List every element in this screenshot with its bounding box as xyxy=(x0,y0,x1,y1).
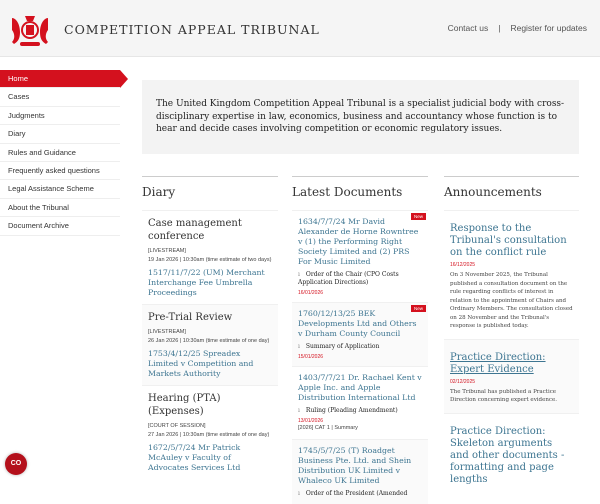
diary-title: Pre-Trial Review xyxy=(148,312,233,323)
new-badge: New xyxy=(410,305,426,312)
announcement-title-link[interactable]: Practice Direction: Skeleton arguments a… xyxy=(450,426,573,486)
announcement-text: On 3 November 2025, the Tribunal publish… xyxy=(450,272,573,329)
diary-tag: [LIVESTREAM] xyxy=(148,248,186,254)
announcement-date: 16/12/2025 xyxy=(450,262,476,268)
document-type[interactable]: ı Order of the Chair (CPO Costs Applicati… xyxy=(298,271,422,287)
document-date: 15/01/2026 xyxy=(298,354,324,360)
announcement-item: Response to the Tribunal's consultation … xyxy=(444,210,579,339)
announcement-title-link[interactable]: Practice Direction: Expert Evidence xyxy=(450,352,573,376)
diary-time: 27 Jan 2026 | 10:30am (time estimate of … xyxy=(148,432,270,438)
diary-time: 19 Jan 2026 | 10:30am (time estimate of … xyxy=(148,257,272,263)
new-badge: New xyxy=(410,213,426,220)
sidebar-item-legal-assistance[interactable]: Legal Assistance Scheme xyxy=(0,180,120,199)
sidebar-item-rules[interactable]: Rules and Guidance xyxy=(0,144,120,162)
site-header: COMPETITION APPEAL TRIBUNAL Contact us | R… xyxy=(0,0,600,57)
sidebar-item-judgments[interactable]: Judgments xyxy=(0,107,120,126)
sidebar-nav: Home Cases Judgments Diary Rules and Gui… xyxy=(0,70,128,236)
diary-case-link[interactable]: 1517/11/7/22 (UM) Merchant Interchange F… xyxy=(148,268,272,298)
document-item: New 1760/12/13/25 BEK Developments Ltd a… xyxy=(292,302,428,366)
document-icon: ı xyxy=(298,490,300,497)
document-icon: ı xyxy=(298,407,300,414)
announcement-item: Practice Direction: Skeleton arguments a… xyxy=(444,412,579,494)
document-type[interactable]: ı Summary of Application xyxy=(298,343,422,351)
document-type[interactable]: ı Ruling (Pleading Amendment) xyxy=(298,407,422,415)
document-case-link[interactable]: 1634/7/7/24 Mr David Alexander de Horne … xyxy=(298,217,422,267)
intro-text: The United Kingdom Competition Appeal Tr… xyxy=(142,80,579,154)
announcement-item: Practice Direction: Expert Evidence 02/1… xyxy=(444,338,579,413)
announcement-title-link[interactable]: Response to the Tribunal's consultation … xyxy=(450,223,573,259)
announcements-column: Announcements Response to the Tribunal's… xyxy=(444,176,579,494)
document-item: 1403/7/7/21 Dr. Rachael Kent v Apple Inc… xyxy=(292,366,428,439)
diary-item: Pre-Trial Review [LIVESTREAM] 26 Jan 202… xyxy=(142,304,278,385)
announcement-text: The Tribunal has published a Practice Di… xyxy=(450,388,557,404)
diary-case-link[interactable]: 1672/5/7/24 Mr Patrick McAuley v Faculty… xyxy=(148,443,272,473)
sidebar-item-cases[interactable]: Cases xyxy=(0,88,120,107)
document-icon: ı xyxy=(298,343,300,350)
diary-time: 26 Jan 2026 | 10:30am (time estimate of … xyxy=(148,338,270,344)
diary-title: Case management conference xyxy=(148,218,242,242)
diary-case-link[interactable]: 1753/4/12/25 Spreadex Limited v Competit… xyxy=(148,349,272,379)
diary-tag: [COURT OF SESSION] xyxy=(148,423,206,429)
sidebar-item-diary[interactable]: Diary xyxy=(0,125,120,144)
document-item: New 1634/7/7/24 Mr David Alexander de Ho… xyxy=(292,210,428,302)
sidebar-item-about[interactable]: About the Tribunal xyxy=(0,199,120,218)
document-icon: ı xyxy=(298,271,300,278)
diary-column: Diary Case management conference [LIVEST… xyxy=(142,176,278,479)
royal-coat-of-arms-logo[interactable] xyxy=(8,10,52,48)
document-citation[interactable]: [2026] CAT 1 | Summary xyxy=(298,424,422,433)
document-case-link[interactable]: 1403/7/7/21 Dr. Rachael Kent v Apple Inc… xyxy=(298,373,422,403)
announcements-heading[interactable]: Announcements xyxy=(444,176,579,210)
diary-title: Hearing (PTA)(Expenses) xyxy=(148,393,221,417)
documents-column: Latest Documents New 1634/7/7/24 Mr Davi… xyxy=(292,176,428,504)
separator: | xyxy=(498,23,501,33)
top-links: Contact us | Register for updates xyxy=(443,23,592,33)
diary-item: Hearing (PTA)(Expenses) [COURT OF SESSIO… xyxy=(142,385,278,479)
contact-us-link[interactable]: Contact us xyxy=(448,23,489,33)
sidebar-item-home[interactable]: Home xyxy=(0,70,128,89)
cookie-consent-button[interactable]: CO xyxy=(5,453,27,475)
diary-heading[interactable]: Diary xyxy=(142,176,278,210)
documents-heading[interactable]: Latest Documents xyxy=(292,176,428,210)
document-case-link[interactable]: 1760/12/13/25 BEK Developments Ltd and O… xyxy=(298,309,422,339)
site-title[interactable]: COMPETITION APPEAL TRIBUNAL xyxy=(64,22,320,37)
announcement-date: 02/12/2025 xyxy=(450,378,476,385)
document-date: 16/01/2026 xyxy=(298,290,324,296)
diary-item: Case management conference [LIVESTREAM] … xyxy=(142,210,278,304)
document-item: 1745/5/7/25 (T) Roadget Business Pte. Lt… xyxy=(292,439,428,504)
sidebar-item-archive[interactable]: Document Archive xyxy=(0,217,120,236)
document-type[interactable]: ı Order of the President (Amended xyxy=(298,490,422,498)
diary-tag: [LIVESTREAM] xyxy=(148,329,186,335)
document-case-link[interactable]: 1745/5/7/25 (T) Roadget Business Pte. Lt… xyxy=(298,446,422,486)
sidebar-item-faq[interactable]: Frequently asked questions xyxy=(0,162,120,181)
register-link[interactable]: Register for updates xyxy=(510,23,587,33)
